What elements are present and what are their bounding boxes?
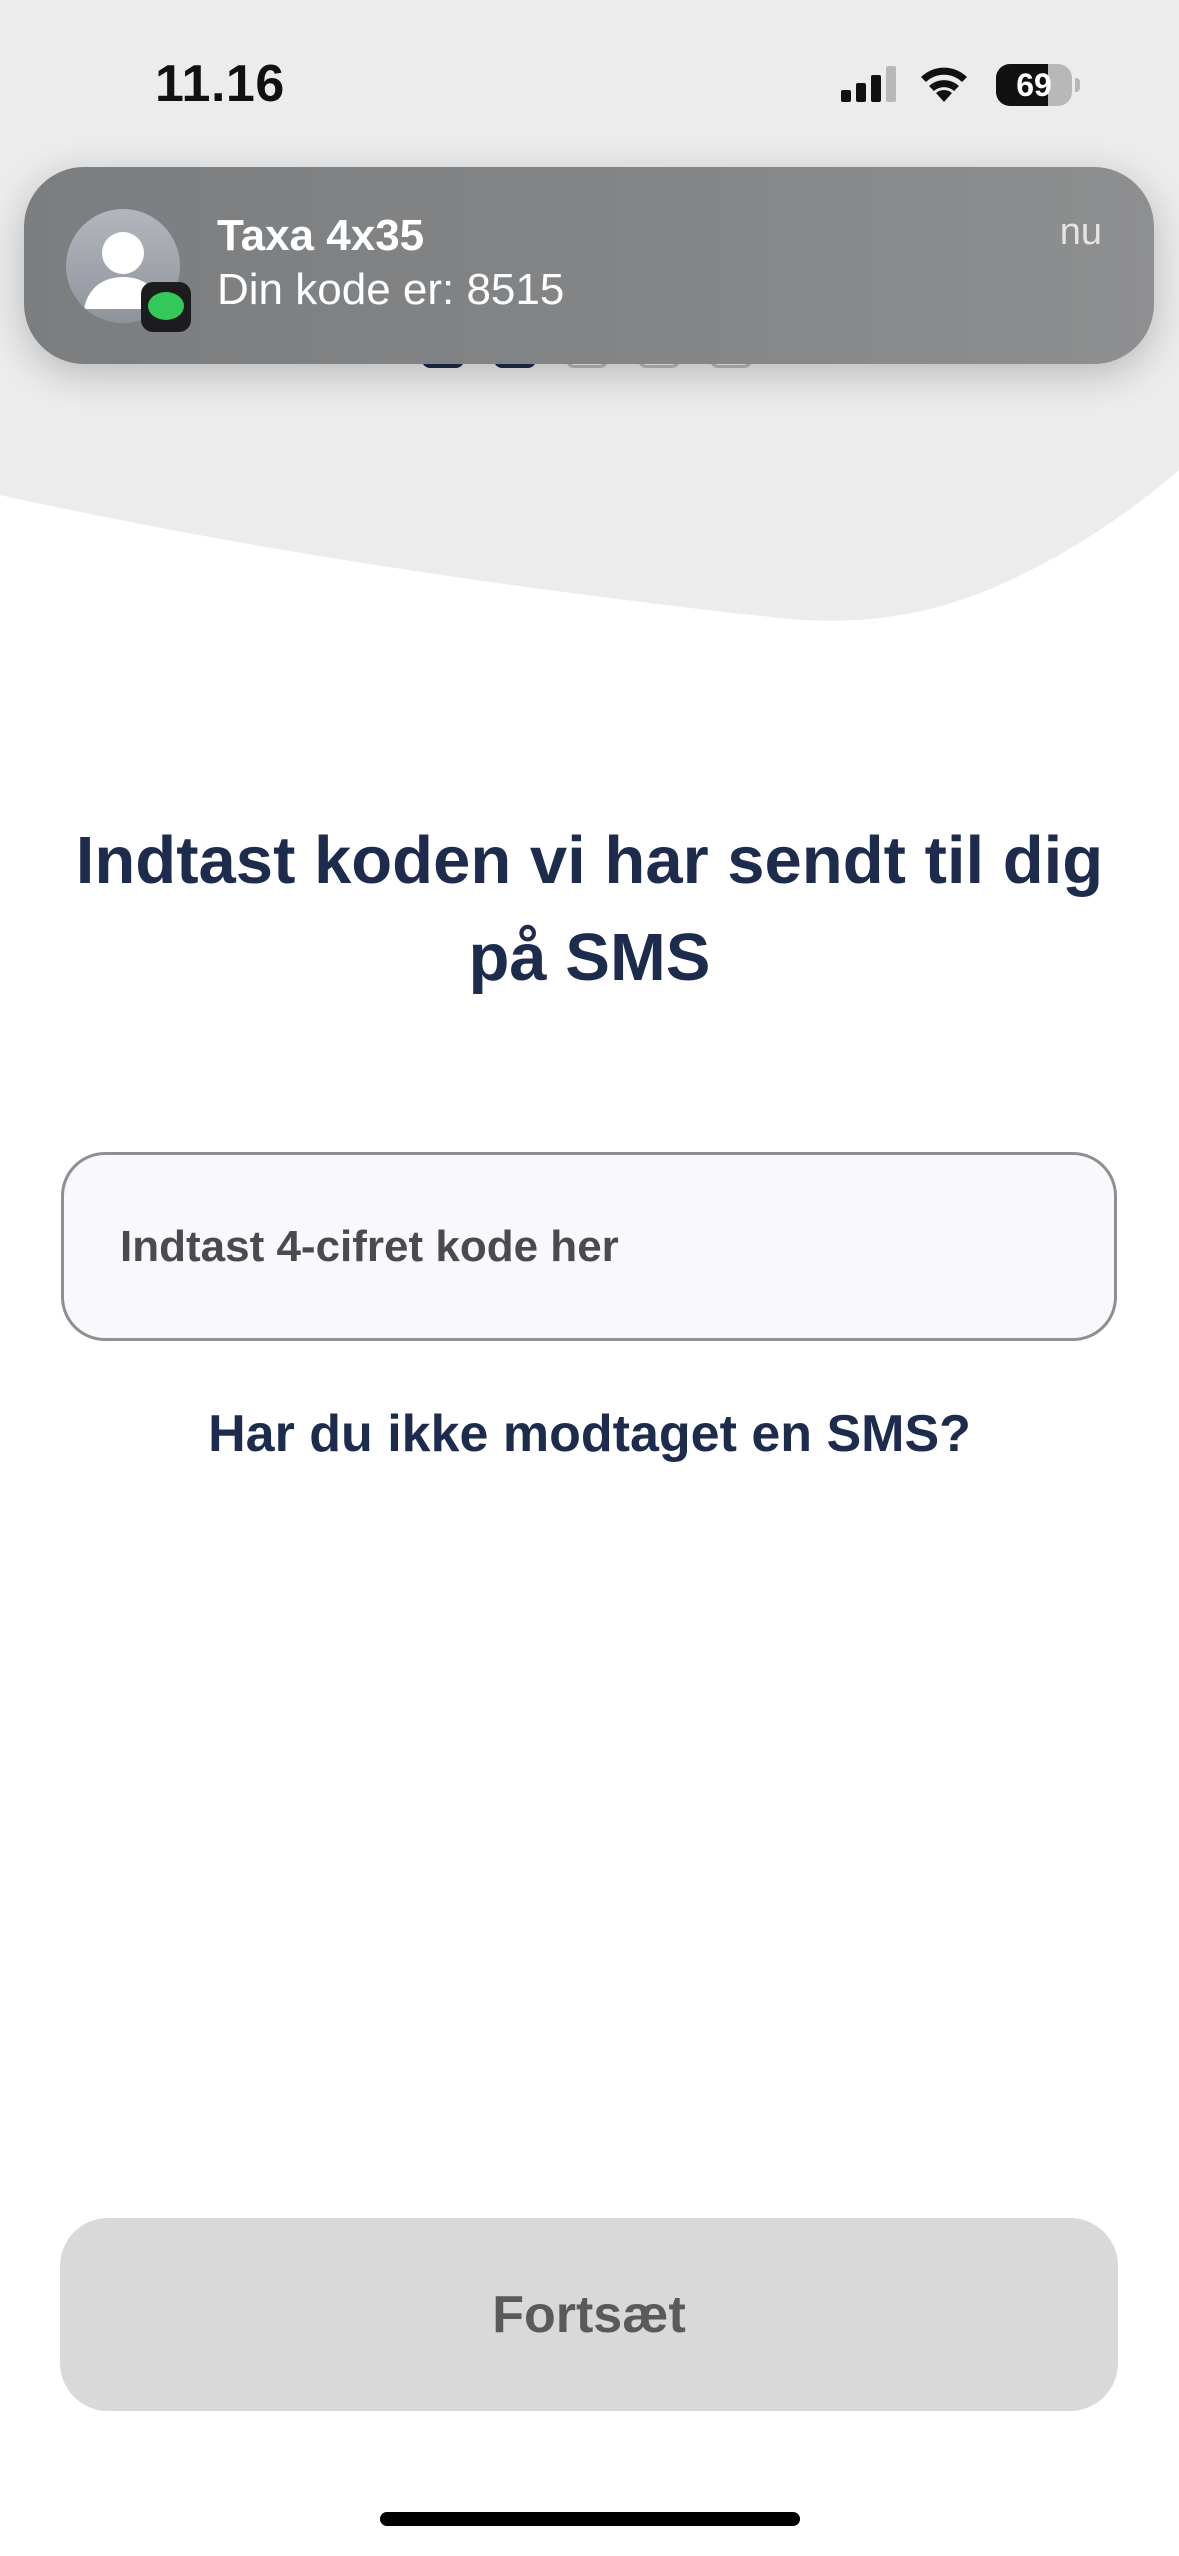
resend-sms-link[interactable]: Har du ikke modtaget en SMS?	[60, 1404, 1119, 1464]
battery-icon: 69	[996, 64, 1072, 106]
home-indicator[interactable]	[380, 2512, 800, 2526]
status-time: 11.16	[155, 55, 285, 113]
page-title: Indtast koden vi har sendt til dig på SM…	[75, 823, 1104, 995]
notification-sender: Taxa 4x35	[217, 211, 425, 260]
messages-app-icon	[141, 282, 191, 332]
battery-level-text: 69	[1016, 67, 1052, 103]
continue-button[interactable]: Fortsæt	[60, 2218, 1118, 2411]
battery-tip	[1075, 78, 1080, 92]
wifi-icon	[921, 67, 967, 102]
status-icons: 69	[841, 60, 1081, 110]
sms-code-input[interactable]	[61, 1152, 1117, 1341]
cellular-signal-icon	[841, 66, 896, 102]
notification-message: Din kode er: 8515	[217, 265, 565, 314]
status-bar: 11.16 69	[0, 0, 1179, 170]
sms-notification-banner[interactable]: Taxa 4x35 Din kode er: 8515 nu	[24, 167, 1154, 364]
notification-time: nu	[1059, 211, 1102, 253]
